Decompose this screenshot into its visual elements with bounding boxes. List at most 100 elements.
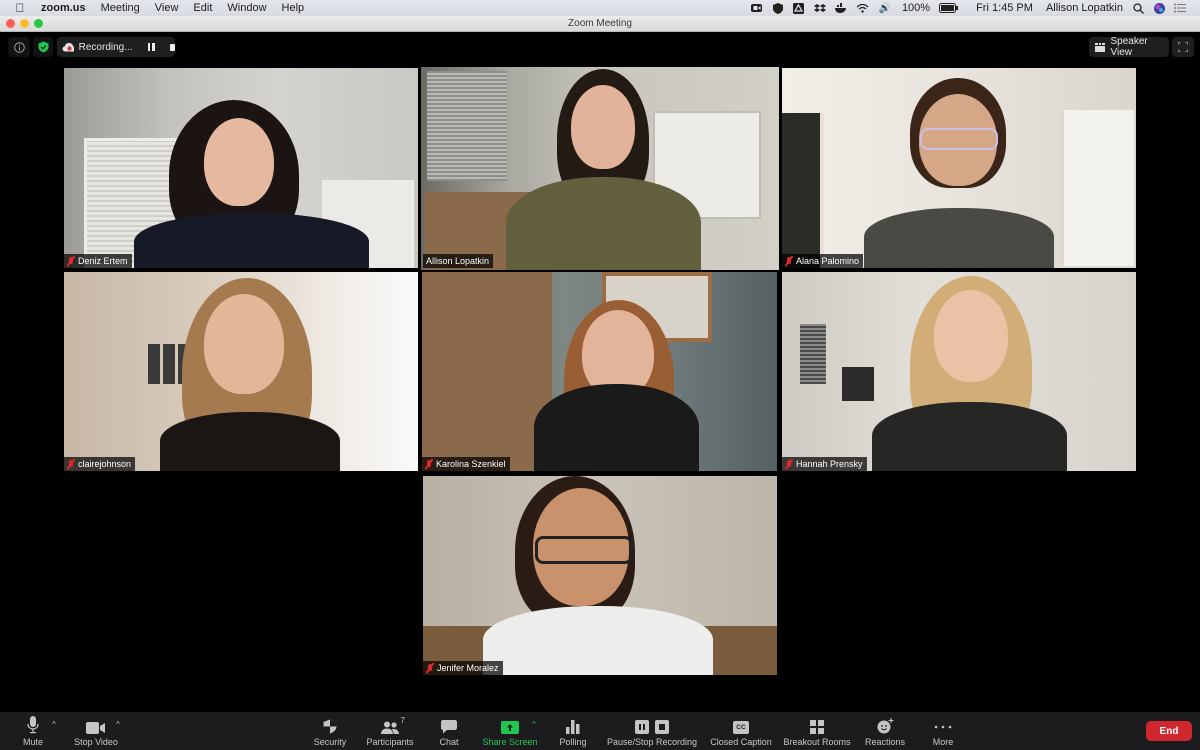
share-screen-label: Share Screen <box>482 737 538 747</box>
close-window-button[interactable] <box>6 19 15 28</box>
shirt <box>864 208 1054 268</box>
breakout-rooms-label: Breakout Rooms <box>783 737 851 747</box>
mic-muted-icon <box>67 459 75 469</box>
stop-recording-button[interactable] <box>169 43 175 51</box>
dropbox-status-icon[interactable] <box>813 3 826 14</box>
share-screen-button[interactable]: Share Screen <box>482 712 538 750</box>
wifi-icon[interactable] <box>856 3 869 14</box>
mute-label: Mute <box>22 737 43 747</box>
zoom-window-button[interactable] <box>34 19 43 28</box>
video-tile[interactable]: Hannah Prensky <box>782 272 1136 471</box>
pause-icon <box>635 720 649 734</box>
window <box>782 113 824 268</box>
spotlight-search-icon[interactable] <box>1132 2 1144 14</box>
participant-nametag: Karolina Szenkiel <box>422 457 510 471</box>
meeting-info-button[interactable] <box>8 37 30 57</box>
menu-meeting[interactable]: Meeting <box>101 2 140 14</box>
polling-button[interactable]: Polling <box>556 712 590 750</box>
closed-caption-button[interactable]: CC Closed Caption <box>708 712 774 750</box>
fullscreen-button[interactable] <box>1172 37 1194 57</box>
menubar-user[interactable]: Allison Lopatkin <box>1046 2 1123 14</box>
breakout-grid-icon <box>810 720 824 734</box>
participant-nametag: Jenifer Moralez <box>423 661 503 675</box>
menu-edit[interactable]: Edit <box>193 2 212 14</box>
menu-help[interactable]: Help <box>282 2 305 14</box>
fullscreen-icon <box>1178 42 1188 52</box>
recording-indicator: Recording... <box>57 37 175 57</box>
face <box>571 85 635 169</box>
share-screen-arrow-icon <box>501 721 519 734</box>
security-button[interactable]: Security <box>308 712 352 750</box>
encryption-button[interactable] <box>33 37 53 57</box>
zoom-status-icon[interactable] <box>751 3 763 14</box>
poll-bar-chart-icon <box>566 720 580 734</box>
reactions-label: Reactions <box>864 737 906 747</box>
menu-view[interactable]: View <box>155 2 179 14</box>
speaker-view-button[interactable]: Speaker View <box>1089 36 1169 58</box>
video-tile[interactable]: Jenifer Moralez <box>423 476 777 675</box>
siri-icon[interactable] <box>1153 2 1165 14</box>
video-tile[interactable]: Alana Palomino <box>782 68 1136 268</box>
window-blinds <box>800 324 826 384</box>
battery-percent: 100% <box>901 2 931 14</box>
participant-nametag: clairejohnson <box>64 457 136 471</box>
mic-muted-icon <box>785 256 793 266</box>
stop-icon <box>655 720 669 734</box>
shield-status-icon[interactable] <box>772 2 784 14</box>
recording-label: Recording... <box>78 41 133 53</box>
docker-status-icon[interactable] <box>834 2 847 14</box>
share-options-caret-icon[interactable]: ^ <box>532 720 536 729</box>
mic-muted-icon <box>67 256 75 266</box>
face <box>934 290 1008 382</box>
participant-nametag: Hannah Prensky <box>782 457 867 471</box>
participant-nametag: Allison Lopatkin <box>423 254 494 268</box>
video-tile[interactable]: Karolina Szenkiel <box>422 272 777 471</box>
stop-video-button[interactable]: Stop Video <box>70 712 122 750</box>
clock[interactable]: Fri 1:45 PM <box>976 2 1033 14</box>
menu-window[interactable]: Window <box>227 2 266 14</box>
more-label: More <box>932 737 954 747</box>
minimize-window-button[interactable] <box>20 19 29 28</box>
end-meeting-button[interactable]: End <box>1146 721 1192 741</box>
participants-count: 7 <box>400 716 405 725</box>
video-options-caret-icon[interactable]: ^ <box>116 720 120 729</box>
bookshelf <box>422 272 552 471</box>
apple-menu-icon[interactable]:  <box>14 1 26 15</box>
security-shield-icon <box>323 719 337 734</box>
pause-stop-recording-label: Pause/Stop Recording <box>606 737 698 747</box>
video-tile[interactable]: Deniz Ertem <box>64 68 418 268</box>
reactions-button[interactable]: Reactions <box>862 712 908 750</box>
volume-icon[interactable]: 🔊 <box>877 3 893 14</box>
audio-options-caret-icon[interactable]: ^ <box>52 720 56 729</box>
glasses <box>920 128 998 150</box>
chat-button[interactable]: Chat <box>434 712 464 750</box>
more-button[interactable]: More <box>926 712 960 750</box>
pause-recording-button[interactable] <box>147 43 155 51</box>
speaker-view-label: Speaker View <box>1110 36 1148 58</box>
participants-label: Participants <box>366 737 414 747</box>
video-tile[interactable]: clairejohnson <box>64 272 418 471</box>
shirt <box>506 177 701 270</box>
participant-name: Alana Palomino <box>796 256 860 266</box>
polling-label: Polling <box>559 737 587 747</box>
notification-center-icon[interactable] <box>1174 3 1186 14</box>
menu-app-name[interactable]: zoom.us <box>41 2 86 14</box>
battery-icon[interactable] <box>939 2 959 14</box>
cc-icon: CC <box>733 721 749 734</box>
breakout-rooms-button[interactable]: Breakout Rooms <box>782 712 852 750</box>
meeting-topbar: Recording... Speaker View <box>0 33 1200 61</box>
mic-muted-icon <box>425 459 433 469</box>
drive-status-icon[interactable] <box>793 2 805 14</box>
pause-stop-recording-button[interactable]: Pause/Stop Recording <box>606 712 698 750</box>
microphone-icon <box>27 716 39 734</box>
stop-video-label: Stop Video <box>74 737 118 747</box>
green-shield-icon <box>38 41 48 53</box>
participant-name: Hannah Prensky <box>796 459 863 469</box>
cloud-recording-icon <box>62 43 74 52</box>
video-tile-active-speaker[interactable]: Allison Lopatkin <box>421 67 779 270</box>
macos-menubar:  zoom.us Meeting View Edit Window Help … <box>0 0 1200 16</box>
mute-button[interactable]: Mute <box>18 712 48 750</box>
security-label: Security <box>313 737 347 747</box>
participants-button[interactable]: 7 Participants <box>362 712 418 750</box>
participant-name: Allison Lopatkin <box>426 256 490 266</box>
